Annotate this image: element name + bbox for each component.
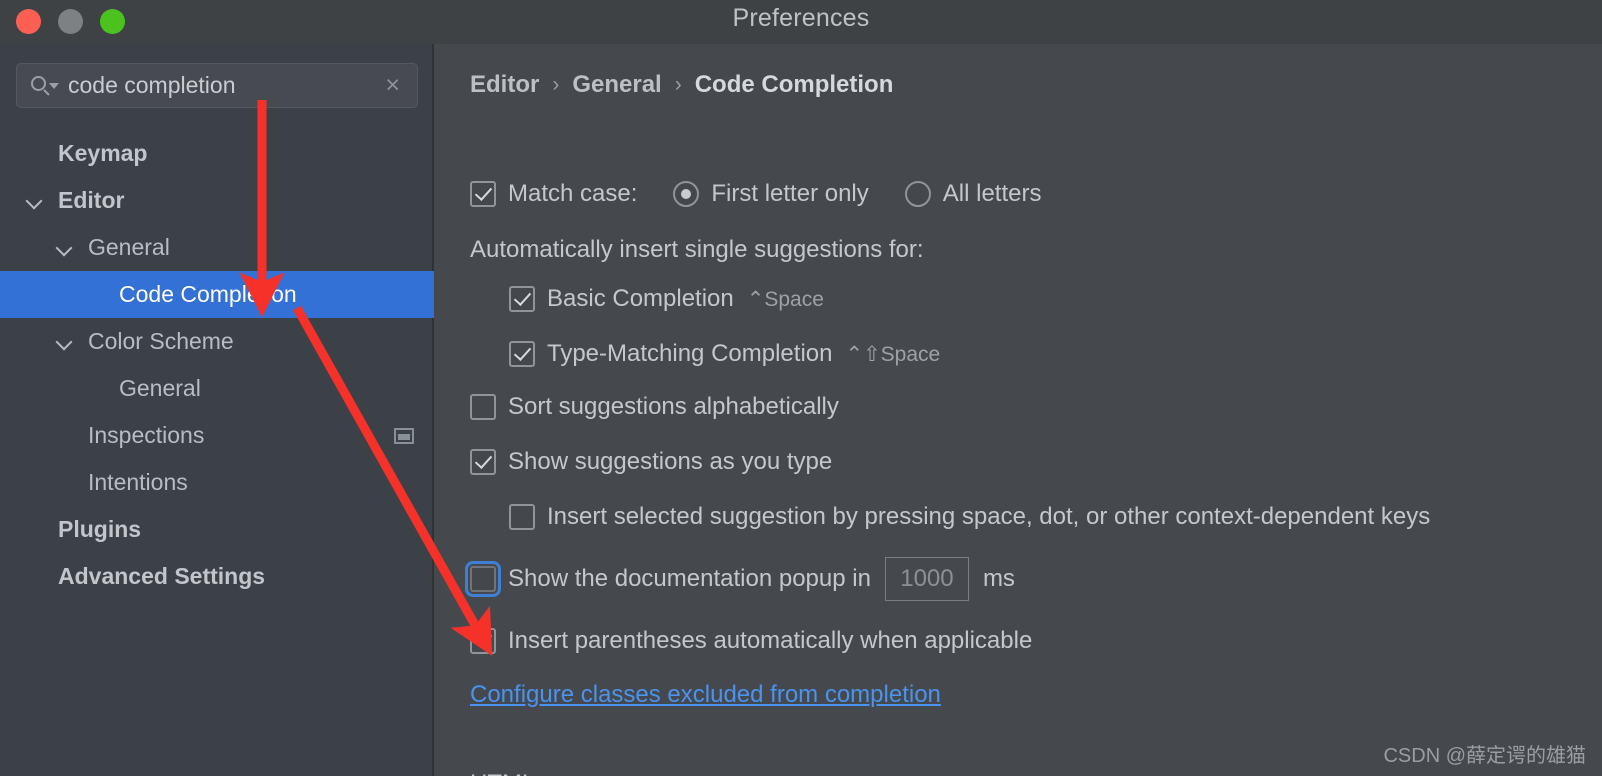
insert-selected-suggestion-label[interactable]: Insert selected suggestion by pressing s… xyxy=(547,503,1430,531)
show-suggestions-checkbox[interactable] xyxy=(470,449,496,475)
match-case-row: Match case: First letter only All letter… xyxy=(470,180,1041,208)
chevron-down-icon[interactable] xyxy=(55,238,75,258)
auto-insert-header-row: Automatically insert single suggestions … xyxy=(470,236,924,264)
breadcrumb-item-editor[interactable]: Editor xyxy=(470,71,539,99)
settings-tree: Keymap Editor General Code Completion Color … xyxy=(0,130,434,600)
breadcrumb-separator-icon: › xyxy=(674,73,682,96)
type-matching-completion-checkbox[interactable] xyxy=(509,341,535,367)
insert-parentheses-label[interactable]: Insert parentheses automatically when ap… xyxy=(508,627,1032,655)
basic-completion-checkbox[interactable] xyxy=(509,286,535,312)
html-section-header: HTML xyxy=(470,770,1602,776)
documentation-popup-unit-label: ms xyxy=(982,565,1015,592)
watermark-text: CSDN @薛定谔的雄猫 xyxy=(1383,745,1586,767)
sidebar-item-label: Inspections xyxy=(88,422,205,448)
documentation-popup-delay-input[interactable]: 1000 xyxy=(884,557,969,601)
all-letters-radio[interactable] xyxy=(904,181,931,207)
clear-search-icon[interactable]: × xyxy=(385,73,400,98)
sidebar-item-color-scheme[interactable]: Color Scheme xyxy=(0,318,434,365)
window-title: Preferences xyxy=(732,4,870,32)
breadcrumb-separator-icon: › xyxy=(552,73,560,96)
sidebar-item-intentions[interactable]: Intentions xyxy=(0,459,434,506)
insert-parentheses-checkbox[interactable] xyxy=(470,628,496,654)
sidebar-item-label: Color Scheme xyxy=(88,328,234,354)
sidebar-item-label: Editor xyxy=(58,187,125,213)
match-case-checkbox[interactable] xyxy=(470,181,496,207)
breadcrumb: Editor › General › Code Completion xyxy=(470,71,893,99)
sidebar-item-label: General xyxy=(119,375,201,401)
sidebar-item-keymap[interactable]: Keymap xyxy=(0,130,434,177)
chevron-down-icon[interactable] xyxy=(25,191,45,211)
basic-completion-row: Basic Completion ⌃Space xyxy=(509,285,824,313)
sidebar-item-general[interactable]: General xyxy=(0,365,434,412)
sidebar-item-code-completion[interactable]: Code Completion xyxy=(0,271,434,318)
basic-completion-label[interactable]: Basic Completion xyxy=(547,285,734,313)
chevron-down-icon[interactable] xyxy=(55,332,75,352)
type-matching-completion-row: Type-Matching Completion ⌃⇧Space xyxy=(509,340,940,368)
documentation-popup-checkbox[interactable] xyxy=(465,561,501,597)
breadcrumb-item-code-completion: Code Completion xyxy=(694,71,894,98)
documentation-popup-row: Show the documentation popup in 1000 ms xyxy=(465,557,1015,601)
sidebar-item-label: Intentions xyxy=(88,469,188,495)
search-input[interactable]: code completion xyxy=(68,72,385,99)
first-letter-only-radio[interactable] xyxy=(673,181,700,207)
sidebar-item-label: Advanced Settings xyxy=(58,563,266,589)
type-matching-completion-label[interactable]: Type-Matching Completion xyxy=(547,340,832,368)
html-section-title: HTML xyxy=(470,770,535,776)
insert-selected-suggestion-row: Insert selected suggestion by pressing s… xyxy=(509,503,1430,531)
sort-alphabetically-checkbox[interactable] xyxy=(470,394,496,420)
documentation-popup-label: Show the documentation popup in xyxy=(508,565,871,592)
insert-parentheses-row: Insert parentheses automatically when ap… xyxy=(470,627,1032,655)
search-icon[interactable] xyxy=(31,74,59,98)
sidebar-item-general[interactable]: General xyxy=(0,224,434,271)
first-letter-only-label[interactable]: First letter only xyxy=(711,180,868,208)
type-matching-completion-shortcut: ⌃⇧Space xyxy=(845,342,941,366)
auto-insert-header-label: Automatically insert single suggestions … xyxy=(470,236,924,263)
sidebar-item-label: Plugins xyxy=(58,516,142,542)
sidebar-item-plugins[interactable]: Plugins xyxy=(0,506,434,553)
sidebar-item-editor[interactable]: Editor xyxy=(0,177,434,224)
window-titlebar: Preferences xyxy=(0,0,1602,44)
settings-sidebar: code completion × Keymap Editor General Cod… xyxy=(0,44,434,776)
sort-alphabetically-label[interactable]: Sort suggestions alphabetically xyxy=(508,393,839,421)
sidebar-item-label: Keymap xyxy=(58,140,148,166)
sidebar-item-label: Code Completion xyxy=(119,281,297,307)
insert-selected-suggestion-checkbox[interactable] xyxy=(509,504,535,530)
window-icon[interactable] xyxy=(394,427,414,444)
chevron-down-icon xyxy=(49,82,59,89)
sidebar-item-inspections[interactable]: Inspections xyxy=(0,412,434,459)
basic-completion-shortcut: ⌃Space xyxy=(746,287,824,311)
sidebar-item-advanced-settings[interactable]: Advanced Settings xyxy=(0,553,434,600)
match-case-label: Match case: xyxy=(508,180,638,207)
preferences-window: Preferences code completion × Keymap Edit… xyxy=(0,0,1602,776)
breadcrumb-item-general[interactable]: General xyxy=(572,71,661,99)
all-letters-label[interactable]: All letters xyxy=(943,180,1042,208)
show-suggestions-label[interactable]: Show suggestions as you type xyxy=(508,448,832,476)
show-suggestions-row: Show suggestions as you type xyxy=(470,448,832,476)
settings-detail-panel: Editor › General › Code Completion Match… xyxy=(436,44,1602,776)
configure-excluded-classes-link[interactable]: Configure classes excluded from completi… xyxy=(470,681,941,709)
sort-alphabetically-row: Sort suggestions alphabetically xyxy=(470,393,839,421)
search-field[interactable]: code completion × xyxy=(16,63,418,108)
sidebar-item-label: General xyxy=(88,234,170,260)
